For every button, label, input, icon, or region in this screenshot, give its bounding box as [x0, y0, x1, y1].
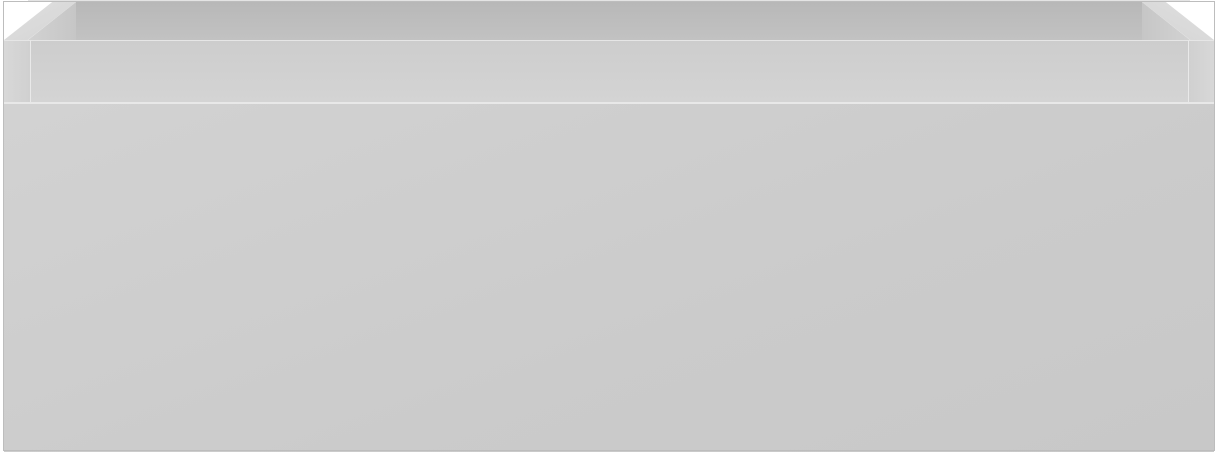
box-inner-lip — [30, 40, 1188, 103]
box-top-rim — [28, 0, 1190, 2]
box-left-post — [4, 40, 31, 103]
box-interior-back-wall — [76, 2, 1142, 40]
box-front-panel — [4, 102, 1214, 452]
box-right-post — [1188, 40, 1215, 103]
storage-box-render — [0, 0, 1218, 452]
